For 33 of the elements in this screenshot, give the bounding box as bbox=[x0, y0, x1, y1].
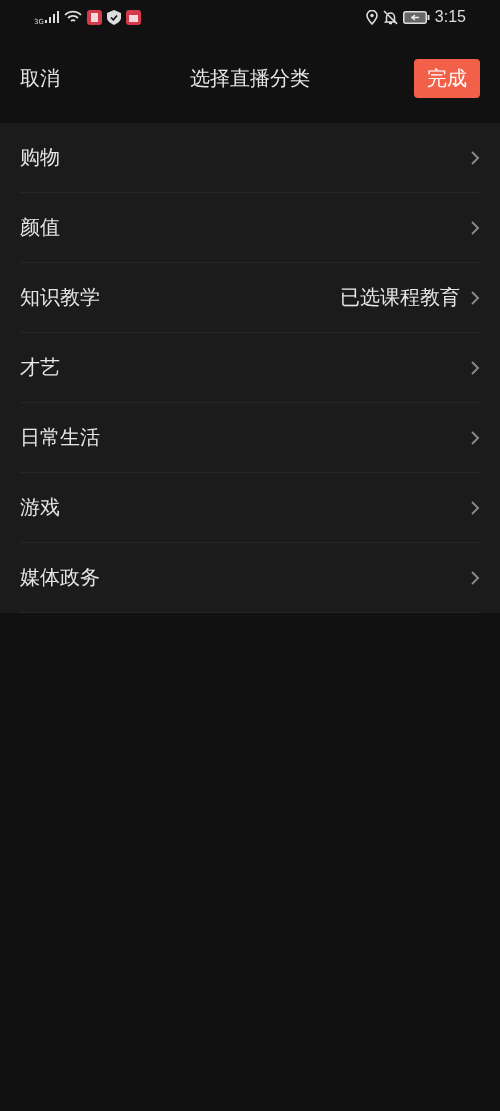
chevron-right-icon bbox=[470, 289, 480, 306]
chevron-right-icon bbox=[470, 569, 480, 586]
bell-off-icon bbox=[382, 9, 398, 25]
category-row[interactable]: 颜值 bbox=[20, 193, 480, 263]
category-label: 才艺 bbox=[20, 354, 60, 381]
page-title: 选择直播分类 bbox=[189, 65, 311, 92]
category-row[interactable]: 购物 bbox=[20, 123, 480, 193]
chevron-right-icon bbox=[470, 219, 480, 236]
signal-icon bbox=[44, 11, 59, 23]
category-row[interactable]: 知识教学 已选课程教育 bbox=[20, 263, 480, 333]
category-row[interactable]: 媒体政务 bbox=[20, 543, 480, 613]
cancel-button[interactable]: 取消 bbox=[20, 65, 60, 92]
selected-value: 已选课程教育 bbox=[340, 284, 460, 311]
battery-icon bbox=[402, 10, 430, 24]
category-label: 知识教学 bbox=[20, 284, 100, 311]
category-label: 购物 bbox=[20, 144, 60, 171]
chevron-right-icon bbox=[470, 429, 480, 446]
category-row[interactable]: 才艺 bbox=[20, 333, 480, 403]
wifi-icon bbox=[63, 10, 82, 24]
category-row[interactable]: 游戏 bbox=[20, 473, 480, 543]
shield-icon bbox=[106, 9, 121, 25]
category-label: 颜值 bbox=[20, 214, 60, 241]
category-row[interactable]: 日常生活 bbox=[20, 403, 480, 473]
app-icon bbox=[125, 9, 141, 25]
category-label: 日常生活 bbox=[20, 424, 100, 451]
chevron-right-icon bbox=[470, 499, 480, 516]
chevron-right-icon bbox=[470, 149, 480, 166]
location-icon bbox=[365, 9, 378, 25]
category-label: 游戏 bbox=[20, 494, 60, 521]
chevron-right-icon bbox=[470, 359, 480, 376]
app-icon bbox=[86, 9, 102, 25]
clock-time: 3:15 bbox=[434, 8, 466, 26]
category-label: 媒体政务 bbox=[20, 564, 100, 591]
